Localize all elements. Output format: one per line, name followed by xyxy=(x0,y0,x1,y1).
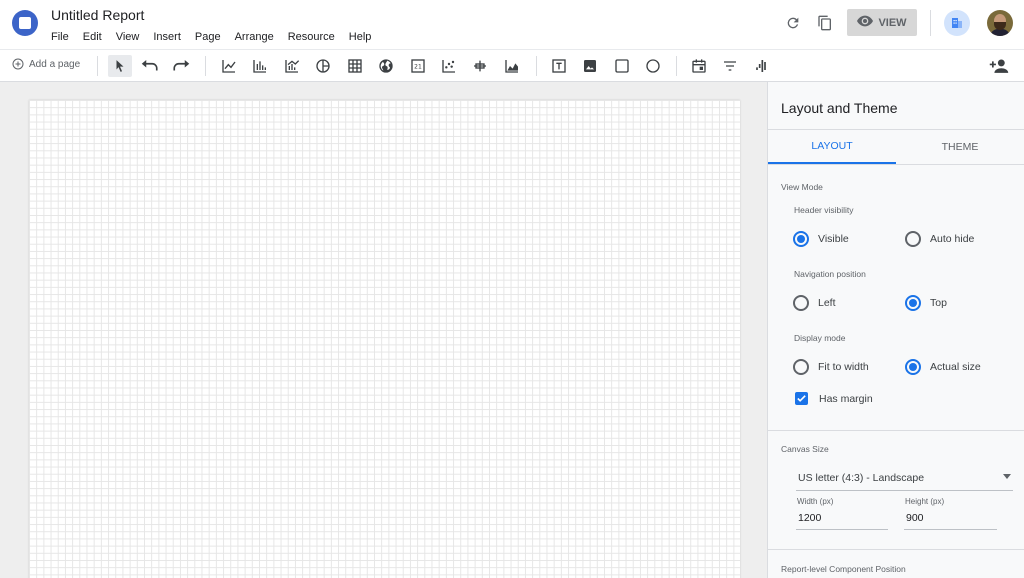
menu-view[interactable]: View xyxy=(116,31,140,43)
app-header: Untitled Report File Edit View Insert Pa… xyxy=(0,0,1024,49)
tab-theme[interactable]: THEME xyxy=(896,130,1024,164)
canvas-size-value: US letter (4:3) - Landscape xyxy=(798,472,925,484)
filter-control-icon[interactable] xyxy=(718,55,742,77)
header-autohide-radio[interactable]: Auto hide xyxy=(905,231,974,247)
circle-icon[interactable] xyxy=(641,55,665,77)
menu-arrange[interactable]: Arrange xyxy=(235,31,274,43)
bar-chart-icon[interactable] xyxy=(248,55,272,77)
height-field[interactable]: 900 xyxy=(904,510,997,530)
undo-icon[interactable] xyxy=(138,55,162,77)
radio-button[interactable] xyxy=(905,231,921,247)
dropdown-arrow-icon xyxy=(1003,474,1011,479)
radio-label: Auto hide xyxy=(930,233,975,245)
display-actual-size-radio[interactable]: Actual size xyxy=(905,359,981,375)
data-studio-logo[interactable] xyxy=(12,10,38,36)
pie-chart-icon[interactable] xyxy=(311,55,335,77)
scorecard-icon[interactable]: 21 xyxy=(406,55,430,77)
date-range-icon[interactable] xyxy=(687,55,711,77)
navigation-position-label: Navigation position xyxy=(794,269,866,279)
radio-button[interactable] xyxy=(793,231,809,247)
panel-tabs: LAYOUT THEME xyxy=(768,129,1024,165)
toolbar-divider xyxy=(205,56,206,76)
geo-map-icon[interactable] xyxy=(374,55,398,77)
building-icon xyxy=(952,18,962,28)
toolbar-divider xyxy=(536,56,537,76)
radio-label: Visible xyxy=(818,233,849,245)
toolbar-divider xyxy=(97,56,98,76)
header-visibility-label: Header visibility xyxy=(794,205,854,215)
radio-label: Left xyxy=(818,297,836,309)
view-button-label: VIEW xyxy=(878,16,907,29)
area-chart-icon[interactable] xyxy=(500,55,524,77)
radio-label: Fit to width xyxy=(818,361,869,373)
display-mode-label: Display mode xyxy=(794,333,846,343)
menu-resource[interactable]: Resource xyxy=(288,31,335,43)
data-control-icon[interactable] xyxy=(749,55,773,77)
canvas-area xyxy=(0,82,767,578)
has-margin-checkbox-row[interactable]: Has margin xyxy=(795,392,873,405)
section-divider xyxy=(768,549,1024,550)
menu-insert[interactable]: Insert xyxy=(153,31,181,43)
table-icon[interactable] xyxy=(343,55,367,77)
height-label: Height (px) xyxy=(905,497,945,506)
text-icon[interactable] xyxy=(547,55,571,77)
report-owner-badge[interactable] xyxy=(944,10,970,36)
add-page-label: Add a page xyxy=(29,58,81,70)
radio-button[interactable] xyxy=(905,359,921,375)
width-field[interactable]: 1200 xyxy=(796,510,888,530)
display-fit-width-radio[interactable]: Fit to width xyxy=(793,359,869,375)
width-label: Width (px) xyxy=(797,497,834,506)
width-value: 1200 xyxy=(798,512,822,524)
header-divider xyxy=(930,10,931,36)
redo-icon[interactable] xyxy=(169,55,193,77)
has-margin-checkbox[interactable] xyxy=(795,392,808,405)
view-button[interactable]: VIEW xyxy=(847,9,917,36)
eye-icon xyxy=(857,15,874,30)
add-page-button[interactable]: Add a page xyxy=(12,58,80,70)
menu-bar: File Edit View Insert Page Arrange Resou… xyxy=(51,31,385,43)
select-icon[interactable] xyxy=(108,55,132,77)
view-mode-label: View Mode xyxy=(781,182,823,192)
combo-chart-icon[interactable] xyxy=(280,55,304,77)
check-icon xyxy=(797,395,806,402)
report-title[interactable]: Untitled Report xyxy=(51,7,144,23)
toolbar-divider xyxy=(676,56,677,76)
scatter-chart-icon[interactable] xyxy=(437,55,461,77)
menu-page[interactable]: Page xyxy=(195,31,221,43)
menu-help[interactable]: Help xyxy=(349,31,372,43)
rectangle-icon[interactable] xyxy=(610,55,634,77)
time-series-chart-icon[interactable] xyxy=(217,55,241,77)
canvas-size-label: Canvas Size xyxy=(781,444,829,454)
user-avatar[interactable] xyxy=(987,10,1013,36)
section-divider xyxy=(768,430,1024,431)
panel-title: Layout and Theme xyxy=(781,100,898,116)
radio-button[interactable] xyxy=(905,295,921,311)
header-visible-radio[interactable]: Visible xyxy=(793,231,849,247)
radio-button[interactable] xyxy=(793,359,809,375)
tab-layout[interactable]: LAYOUT xyxy=(768,130,896,164)
menu-edit[interactable]: Edit xyxy=(83,31,102,43)
component-position-label: Report-level Component Position xyxy=(781,564,906,574)
navigation-top-radio[interactable]: Top xyxy=(905,295,947,311)
add-person-icon[interactable] xyxy=(987,55,1011,77)
has-margin-label: Has margin xyxy=(819,392,873,405)
report-canvas[interactable] xyxy=(29,100,740,578)
refresh-icon[interactable] xyxy=(783,13,803,33)
toolbar: Add a page 21 xyxy=(0,49,1024,82)
radio-button[interactable] xyxy=(793,295,809,311)
duplicate-icon[interactable] xyxy=(815,13,835,33)
svg-text:21: 21 xyxy=(414,64,422,71)
radio-label: Actual size xyxy=(930,361,981,373)
radio-label: Top xyxy=(930,297,947,309)
layout-theme-panel: Layout and Theme LAYOUT THEME View Mode … xyxy=(767,82,1024,578)
menu-file[interactable]: File xyxy=(51,31,69,43)
image-icon[interactable] xyxy=(578,55,602,77)
add-circle-icon xyxy=(12,58,24,70)
navigation-left-radio[interactable]: Left xyxy=(793,295,836,311)
height-value: 900 xyxy=(906,512,924,524)
canvas-size-select[interactable]: US letter (4:3) - Landscape xyxy=(796,469,1013,491)
bullet-chart-icon[interactable] xyxy=(468,55,492,77)
